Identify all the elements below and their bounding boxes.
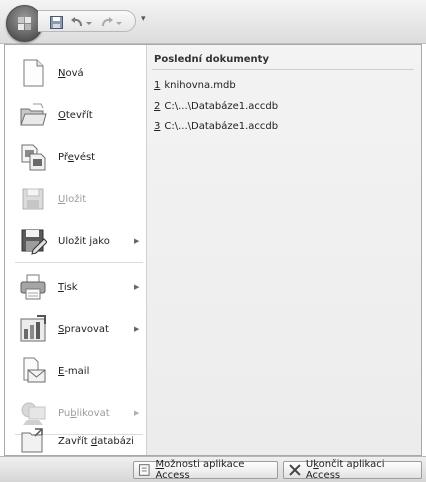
menu-item-open[interactable]: Otevřít [5,95,147,135]
recent-document-item[interactable]: 3 C:\...\Databáze1.accdb [154,121,278,132]
menu-item-label: Publikovat [58,407,110,419]
exit-access-label: Ukončit aplikaci Access [305,459,385,481]
save-as-icon [19,226,48,256]
recent-documents-title: Poslední dokumenty [154,54,269,65]
redo-icon[interactable] [100,15,114,29]
menu-item-close-database[interactable]: Zavřít databázi [5,421,147,461]
menu-item-label: Uložit jako [58,235,110,247]
menu-item-convert[interactable]: Převést [5,137,147,177]
close-icon [289,464,301,476]
menu-commands: Nová Otevřít Převést Uložit Uložit jako [5,45,147,455]
new-document-icon [19,58,47,88]
save-icon[interactable] [50,15,63,29]
menu-item-save[interactable]: Uložit [5,179,147,219]
access-options-button[interactable]: Možnosti aplikace Access [133,459,278,481]
recent-divider [152,69,414,70]
title-bar: ▾ [0,0,426,44]
menu-divider [15,262,143,263]
menu-item-label: Převést [58,151,96,163]
options-icon [138,464,150,476]
menu-item-save-as[interactable]: Uložit jako ▶ [5,221,147,261]
office-logo-icon [18,17,32,31]
quick-access-toolbar [38,10,136,32]
submenu-arrow-icon: ▶ [134,237,140,245]
recent-documents-panel: Poslední dokumenty 1 knihovna.mdb 2 C:\...… [147,45,421,455]
submenu-arrow-icon: ▶ [134,409,140,417]
recent-document-item[interactable]: 1 knihovna.mdb [154,80,236,91]
save-icon [19,184,47,214]
close-database-icon [19,426,47,456]
undo-icon[interactable] [70,15,84,29]
exit-access-button[interactable]: Ukončit aplikaci Access [283,459,422,481]
menu-item-label: Spravovat [58,323,109,335]
customize-toolbar-icon[interactable]: ▾ [141,14,146,24]
menu-item-label: Otevřít [58,109,93,121]
menu-item-label: Zavřít databázi [58,435,134,447]
menu-item-print[interactable]: Tisk ▶ [5,267,147,307]
office-menu: Nová Otevřít Převést Uložit Uložit jako [4,44,422,456]
menu-item-label: Nová [58,67,84,79]
menu-item-label: E-mail [58,365,90,377]
submenu-arrow-icon: ▶ [134,325,140,333]
submenu-arrow-icon: ▶ [134,283,140,291]
access-options-label: Možnosti aplikace Access [155,459,245,481]
print-icon [19,272,47,302]
recent-document-item[interactable]: 2 C:\...\Databáze1.accdb [154,101,278,112]
menu-footer: Možnosti aplikace Access Ukončit aplikac… [0,456,426,482]
manage-icon [19,314,47,344]
convert-icon [19,142,47,172]
menu-item-label: Tisk [58,281,78,293]
menu-item-label: Uložit [58,193,87,205]
redo-dropdown-icon[interactable] [116,15,122,29]
open-folder-icon [19,100,47,130]
email-icon [19,356,47,386]
menu-item-manage[interactable]: Spravovat ▶ [5,309,147,349]
menu-item-email[interactable]: E-mail [5,351,147,391]
menu-item-new[interactable]: Nová [5,53,147,93]
undo-dropdown-icon[interactable] [86,15,92,29]
